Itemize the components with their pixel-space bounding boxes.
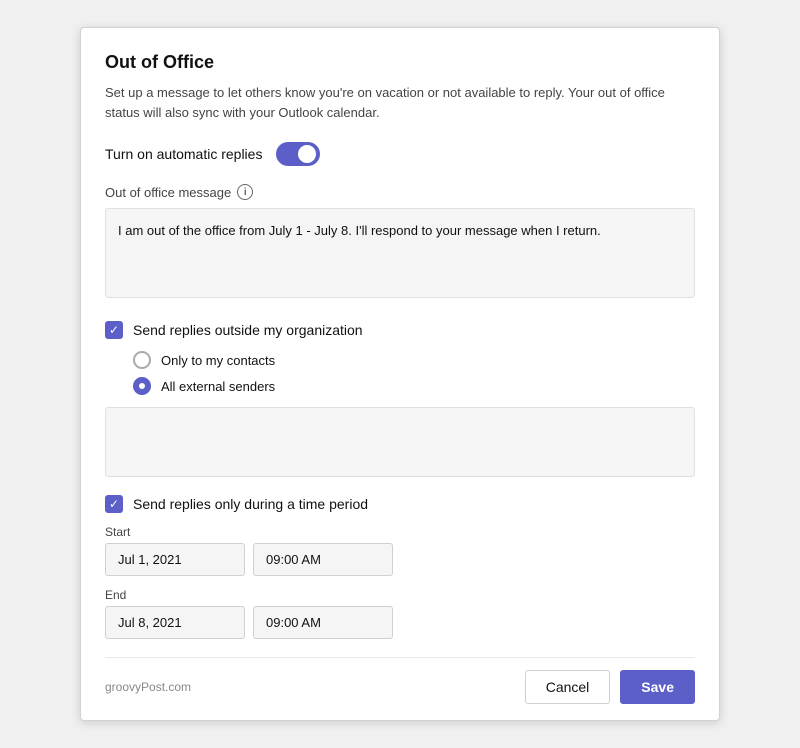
out-of-office-message[interactable]: I am out of the office from July 1 - Jul… (105, 208, 695, 298)
start-field-group: Start (105, 525, 695, 576)
footer-brand: groovyPost.com (105, 680, 191, 694)
toggle-track (276, 142, 320, 166)
save-button[interactable]: Save (620, 670, 695, 704)
end-date-input[interactable] (105, 606, 245, 639)
radio-all-label: All external senders (161, 379, 275, 394)
time-period-checkbox[interactable]: ✓ (105, 495, 123, 513)
time-period-section: ✓ Send replies only during a time period… (105, 495, 695, 639)
radio-contacts-label: Only to my contacts (161, 353, 275, 368)
toggle-thumb (298, 145, 316, 163)
external-replies-row: ✓ Send replies outside my organization (105, 321, 695, 339)
dialog-title: Out of Office (105, 52, 695, 73)
out-of-office-dialog: Out of Office Set up a message to let ot… (80, 27, 720, 721)
end-field-group: End (105, 588, 695, 639)
footer-buttons: Cancel Save (525, 670, 695, 704)
start-date-input[interactable] (105, 543, 245, 576)
external-message-textarea[interactable] (105, 407, 695, 477)
toggle-label: Turn on automatic replies (105, 146, 262, 162)
automatic-replies-toggle[interactable] (276, 142, 320, 166)
end-label: End (105, 588, 695, 602)
dialog-description: Set up a message to let others know you'… (105, 83, 695, 122)
time-period-label: Send replies only during a time period (133, 496, 368, 512)
end-time-input[interactable] (253, 606, 393, 639)
message-section-label: Out of office message i (105, 184, 695, 200)
end-inputs (105, 606, 695, 639)
radio-contacts[interactable]: Only to my contacts (133, 351, 695, 369)
time-period-row: ✓ Send replies only during a time period (105, 495, 695, 513)
start-time-input[interactable] (253, 543, 393, 576)
radio-all[interactable]: All external senders (133, 377, 695, 395)
cancel-button[interactable]: Cancel (525, 670, 611, 704)
radio-contacts-button[interactable] (133, 351, 151, 369)
toggle-row: Turn on automatic replies (105, 142, 695, 166)
external-replies-checkbox[interactable]: ✓ (105, 321, 123, 339)
dialog-footer: groovyPost.com Cancel Save (105, 657, 695, 704)
radio-all-button[interactable] (133, 377, 151, 395)
time-fields: Start End (105, 525, 695, 639)
info-icon[interactable]: i (237, 184, 253, 200)
start-inputs (105, 543, 695, 576)
radio-group: Only to my contacts All external senders (133, 351, 695, 395)
start-label: Start (105, 525, 695, 539)
external-replies-label: Send replies outside my organization (133, 322, 363, 338)
